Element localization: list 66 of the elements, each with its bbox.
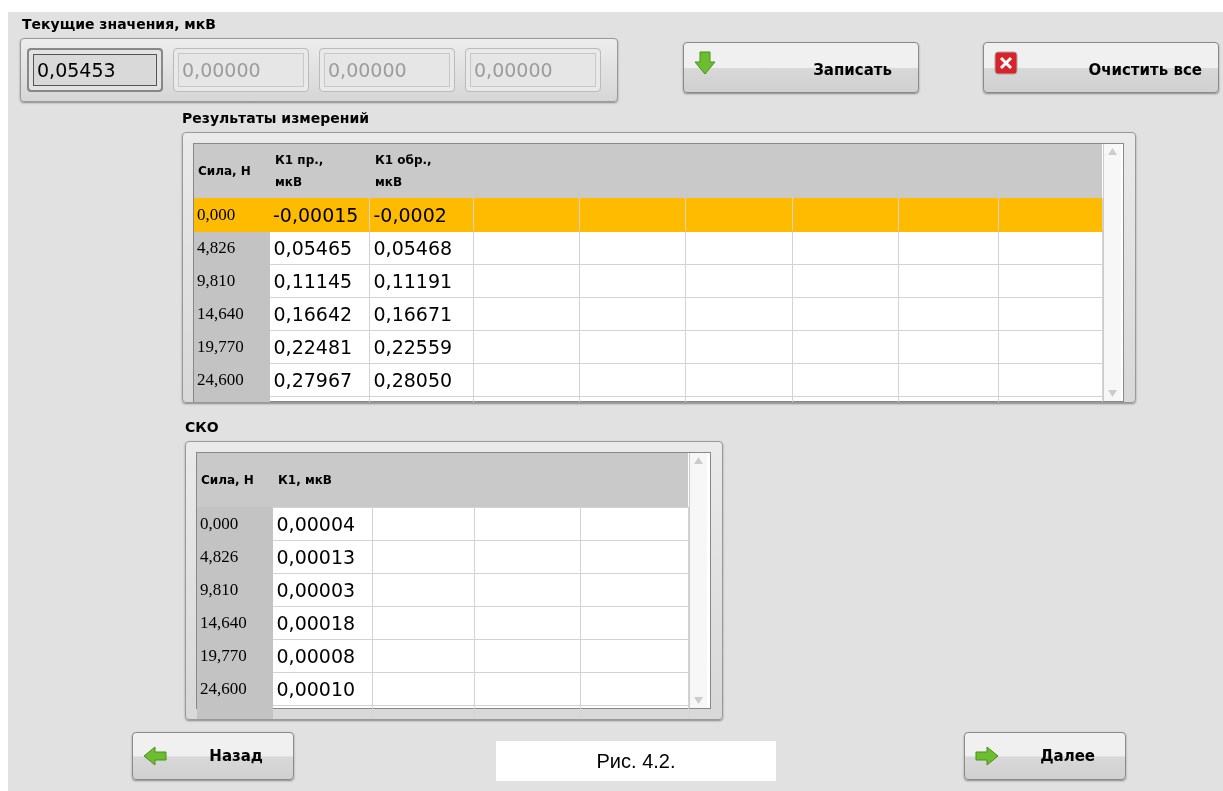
table-cell: 24,600 bbox=[194, 363, 269, 397]
table-cell: 0,11145 bbox=[269, 264, 369, 298]
table-cell: 0,00010 bbox=[272, 672, 372, 706]
table-cell: 19,770 bbox=[197, 639, 272, 673]
table-cell: 0,00013 bbox=[272, 540, 372, 574]
table-cell: 0,00008 bbox=[272, 639, 372, 673]
table-row[interactable]: 9,810 0,11145 0,11191 bbox=[194, 264, 1102, 298]
table-cell: 0,22481 bbox=[269, 330, 369, 364]
column-header: К1 пр., мкВ bbox=[269, 144, 369, 199]
table-row[interactable]: 19,770 0,22481 0,22559 bbox=[194, 330, 1102, 364]
table-row[interactable]: 4,826 0,00013 bbox=[197, 540, 688, 574]
table-cell: 4,826 bbox=[194, 231, 269, 265]
arrow-left-icon bbox=[143, 746, 167, 766]
scroll-down-icon[interactable] bbox=[693, 697, 703, 704]
scroll-down-icon[interactable] bbox=[1107, 390, 1117, 397]
scroll-up-icon[interactable] bbox=[693, 457, 703, 464]
table-row[interactable]: 24,600 0,00010 bbox=[197, 672, 688, 706]
table-row[interactable]: 0,000 -0,00015 -0,0002 bbox=[194, 198, 1102, 232]
table-cell: 0,00018 bbox=[272, 606, 372, 640]
table-row[interactable]: 19,770 0,00008 bbox=[197, 639, 688, 673]
scrollbar[interactable] bbox=[1102, 144, 1121, 401]
column-header: Сила, Н bbox=[194, 144, 269, 199]
arrow-right-icon bbox=[975, 746, 999, 766]
section-title: СКО bbox=[185, 419, 219, 435]
table-cell: 14,640 bbox=[194, 297, 269, 331]
table-cell: 0,16671 bbox=[369, 297, 473, 331]
table-cell: 0,16642 bbox=[269, 297, 369, 331]
back-button[interactable]: Назад bbox=[132, 732, 294, 780]
clear-all-button[interactable]: Очистить все bbox=[983, 42, 1219, 93]
table-cell: 0,00003 bbox=[272, 573, 372, 607]
arrow-down-icon bbox=[694, 51, 716, 75]
table-cell: 0,000 bbox=[194, 198, 269, 232]
close-icon bbox=[994, 51, 1018, 75]
table-cell: 0,05468 bbox=[369, 231, 473, 265]
scroll-up-icon[interactable] bbox=[1107, 148, 1117, 155]
table-cell: -0,00015 bbox=[269, 198, 369, 232]
value-field[interactable]: 0,05453 bbox=[27, 48, 163, 92]
column-header: К1 обр., мкВ bbox=[369, 144, 473, 199]
table-row[interactable]: 4,826 0,05465 0,05468 bbox=[194, 231, 1102, 265]
table-row[interactable]: 14,640 0,00018 bbox=[197, 606, 688, 640]
section-title: Текущие значения, мкВ bbox=[22, 16, 216, 32]
save-button[interactable]: Записать bbox=[683, 42, 919, 93]
table-cell: 0,00004 bbox=[272, 507, 372, 541]
table-row[interactable]: 24,600 0,27967 0,28050 bbox=[194, 363, 1102, 397]
table-cell: 0,27967 bbox=[269, 363, 369, 397]
table-cell: 0,000 bbox=[197, 507, 272, 541]
table-row[interactable]: 9,810 0,00003 bbox=[197, 573, 688, 607]
column-header: К1, мкВ bbox=[272, 453, 372, 508]
table-cell: 9,810 bbox=[194, 264, 269, 298]
section-title: Результаты измерений bbox=[182, 110, 370, 126]
table-cell: 0,05465 bbox=[269, 231, 369, 265]
table-row[interactable]: 14,640 0,16642 0,16671 bbox=[194, 297, 1102, 331]
table-cell: 24,600 bbox=[197, 672, 272, 706]
table-cell: 19,770 bbox=[194, 330, 269, 364]
scrollbar[interactable] bbox=[688, 453, 707, 708]
next-button[interactable]: Далее bbox=[964, 732, 1126, 780]
table-cell: 4,826 bbox=[197, 540, 272, 574]
table-cell: 0,11191 bbox=[369, 264, 473, 298]
table-cell: -0,0002 bbox=[369, 198, 473, 232]
table-cell: 9,810 bbox=[197, 573, 272, 607]
column-header: Сила, Н bbox=[197, 453, 272, 508]
table-cell: 0,28050 bbox=[369, 363, 473, 397]
table-cell: 0,22559 bbox=[369, 330, 473, 364]
table-row[interactable]: 0,000 0,00004 bbox=[197, 507, 688, 541]
table-cell: 14,640 bbox=[197, 606, 272, 640]
figure-caption: Рис. 4.2. bbox=[496, 741, 776, 781]
